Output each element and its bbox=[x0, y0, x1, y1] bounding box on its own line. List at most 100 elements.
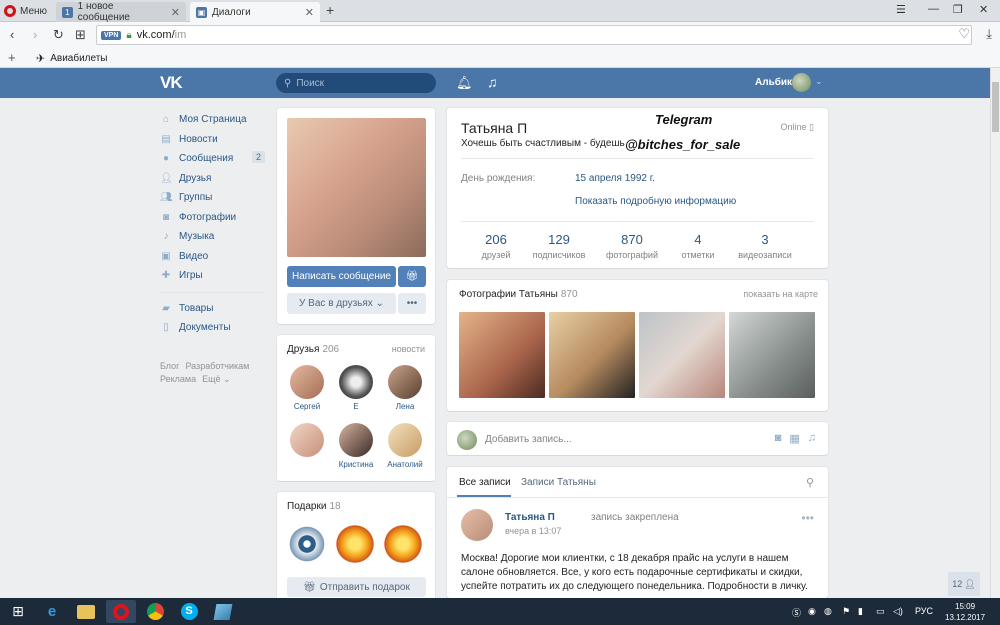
music-player-icon[interactable]: ♫ bbox=[487, 74, 498, 90]
taskbar-ie[interactable]: e bbox=[37, 600, 67, 623]
tray-flag-icon[interactable]: ⚑ bbox=[842, 606, 850, 617]
chat-counter-button[interactable]: 12 👤︎ bbox=[948, 572, 980, 596]
tab-own-posts[interactable]: Записи Татьяны bbox=[521, 477, 596, 488]
friend-status-button[interactable]: У Вас в друзьях ⌄ bbox=[287, 293, 396, 314]
friend-item[interactable]: Лена bbox=[383, 365, 427, 411]
nav-item-video[interactable]: ▣ Видео bbox=[160, 247, 270, 267]
vpn-badge[interactable]: VPN bbox=[101, 30, 122, 40]
post-author-name[interactable]: Татьяна П bbox=[505, 512, 555, 523]
download-icon[interactable]: ⤓ bbox=[986, 26, 992, 42]
tab-close-icon[interactable]: ✕ bbox=[171, 6, 180, 19]
start-button[interactable]: ⊞ bbox=[3, 600, 33, 623]
tray-volume-icon[interactable]: ◁) bbox=[893, 606, 903, 617]
friend-item[interactable]: Кристина bbox=[334, 423, 378, 469]
notifications-bell-icon[interactable]: 🔔︎ bbox=[456, 75, 473, 91]
back-icon[interactable]: ‹ bbox=[10, 27, 14, 42]
post-author-avatar[interactable] bbox=[461, 509, 493, 541]
tray-app-icon[interactable]: ◉ bbox=[808, 606, 816, 617]
new-post-input[interactable]: Добавить запись... bbox=[485, 434, 572, 445]
show-on-map-link[interactable]: показать на карте bbox=[743, 289, 818, 299]
speed-dial-icon[interactable]: ⊞ bbox=[75, 27, 86, 43]
close-window-icon[interactable]: ✕ bbox=[979, 3, 988, 16]
profile-photo[interactable] bbox=[287, 118, 426, 257]
counter-tags[interactable]: 4 отметки bbox=[663, 232, 733, 260]
nav-item-messages[interactable]: ● Сообщения 2 bbox=[160, 149, 270, 169]
reload-icon[interactable]: ↻ bbox=[53, 27, 64, 43]
photo-thumb[interactable] bbox=[729, 312, 815, 398]
tab-all-posts[interactable]: Все записи bbox=[459, 477, 511, 488]
nav-item-groups[interactable]: 👥︎ Группы bbox=[160, 188, 270, 208]
friend-item[interactable]: Анатолий bbox=[383, 423, 427, 469]
new-tab-button[interactable]: + bbox=[326, 2, 334, 18]
counter-followers[interactable]: 129 подписчиков bbox=[524, 232, 594, 260]
gift-nine-emblem[interactable] bbox=[335, 524, 375, 564]
chevron-down-icon[interactable]: ⌄ bbox=[815, 76, 823, 87]
taskbar-opera[interactable] bbox=[106, 600, 136, 623]
post-time[interactable]: вчера в 13:07 bbox=[505, 526, 561, 536]
send-message-button[interactable]: Написать сообщение bbox=[287, 266, 396, 287]
footer-link-blog[interactable]: Блог bbox=[160, 361, 179, 371]
friend-item[interactable]: Е bbox=[334, 365, 378, 411]
photos-title[interactable]: Фотографии Татьяны 870 bbox=[459, 289, 578, 300]
music-icon[interactable]: ♫ bbox=[808, 432, 816, 445]
friend-item[interactable] bbox=[285, 423, 329, 460]
gift-nine-emblem[interactable] bbox=[383, 524, 423, 564]
nav-item-music[interactable]: ♪ Музыка bbox=[160, 227, 270, 247]
nav-item-documents[interactable]: ▯ Документы bbox=[160, 318, 270, 338]
scrollbar-thumb[interactable] bbox=[992, 82, 999, 132]
photo-thumb[interactable] bbox=[549, 312, 635, 398]
tray-battery-icon[interactable]: ▭ bbox=[876, 606, 885, 617]
taskbar-app[interactable] bbox=[208, 600, 238, 623]
counter-videos[interactable]: 3 видеозаписи bbox=[730, 232, 800, 260]
url-input[interactable]: VPN 🔒︎ vk.com/im bbox=[96, 25, 972, 45]
friends-title[interactable]: Друзья 206 bbox=[287, 344, 339, 355]
user-avatar[interactable] bbox=[792, 73, 811, 92]
footer-link-ads[interactable]: Реклама bbox=[160, 374, 196, 384]
user-name[interactable]: Альбик bbox=[755, 77, 792, 88]
forward-icon[interactable]: › bbox=[33, 27, 37, 42]
keyboard-language[interactable]: РУС bbox=[915, 606, 933, 616]
friend-item[interactable]: Сергей bbox=[285, 365, 329, 411]
tab-menu-icon[interactable]: ☰ bbox=[896, 3, 906, 16]
gifts-title[interactable]: Подарки 18 bbox=[287, 501, 341, 512]
footer-link-dev[interactable]: Разработчикам bbox=[185, 361, 249, 371]
taskbar-explorer[interactable] bbox=[71, 600, 101, 623]
more-actions-button[interactable]: ••• bbox=[398, 293, 426, 314]
taskbar-skype[interactable]: S bbox=[174, 600, 204, 623]
show-more-info-link[interactable]: Показать подробную информацию bbox=[575, 196, 736, 207]
nav-item-news[interactable]: ▤ Новости bbox=[160, 130, 270, 150]
counter-friends[interactable]: 206 друзей bbox=[461, 232, 531, 260]
lock-icon[interactable]: 🔒︎ bbox=[126, 30, 131, 41]
tray-network-icon[interactable]: ▮ bbox=[858, 606, 863, 617]
tab-new-message[interactable]: 1 1 новое сообщение ✕ bbox=[56, 1, 186, 23]
gift-fidget-spinner[interactable] bbox=[287, 524, 327, 564]
taskbar-clock[interactable]: 15:09 13.12.2017 bbox=[945, 601, 985, 623]
page-scrollbar[interactable] bbox=[990, 68, 1000, 598]
photo-thumb[interactable] bbox=[639, 312, 725, 398]
photo-thumb[interactable] bbox=[459, 312, 545, 398]
minimize-icon[interactable]: — bbox=[928, 3, 939, 15]
counter-photos[interactable]: 870 фотографий bbox=[597, 232, 667, 260]
opera-menu-button[interactable]: Меню bbox=[4, 2, 47, 20]
tray-skype-icon[interactable]: Ⓢ bbox=[792, 606, 801, 619]
search-input[interactable]: ⚲ Поиск bbox=[276, 73, 436, 93]
send-gift-button[interactable]: 🎁︎ Отправить подарок bbox=[287, 577, 426, 597]
camera-icon[interactable]: ◙ bbox=[775, 432, 782, 445]
profile-status[interactable]: Хочешь быть счастливым - будешь bbox=[461, 138, 625, 149]
video-icon[interactable]: ▦ bbox=[789, 432, 799, 445]
wall-search-icon[interactable]: ⚲ bbox=[806, 476, 814, 489]
tab-close-icon[interactable]: ✕ bbox=[305, 6, 314, 19]
taskbar-chrome[interactable] bbox=[140, 600, 170, 623]
footer-link-more[interactable]: Ещё ⌄ bbox=[202, 374, 230, 384]
nav-item-goods[interactable]: ▰ Товары bbox=[160, 299, 270, 319]
tray-app-icon[interactable]: ◍ bbox=[824, 606, 832, 617]
bookmark-flights[interactable]: ✈ Авиабилеты bbox=[36, 52, 108, 65]
nav-item-games[interactable]: ✚ Игры bbox=[160, 266, 270, 286]
birthday-value[interactable]: 15 апреля 1992 г. bbox=[575, 173, 655, 184]
vk-logo[interactable]: VK bbox=[160, 73, 183, 93]
friends-news-link[interactable]: новости bbox=[392, 344, 425, 354]
bookmark-heart-icon[interactable]: ♡ bbox=[958, 26, 970, 42]
nav-item-photos[interactable]: ◙ Фотографии bbox=[160, 208, 270, 228]
post-menu-icon[interactable]: ••• bbox=[801, 511, 814, 525]
nav-item-my-page[interactable]: ⌂ Моя Страница bbox=[160, 110, 270, 130]
